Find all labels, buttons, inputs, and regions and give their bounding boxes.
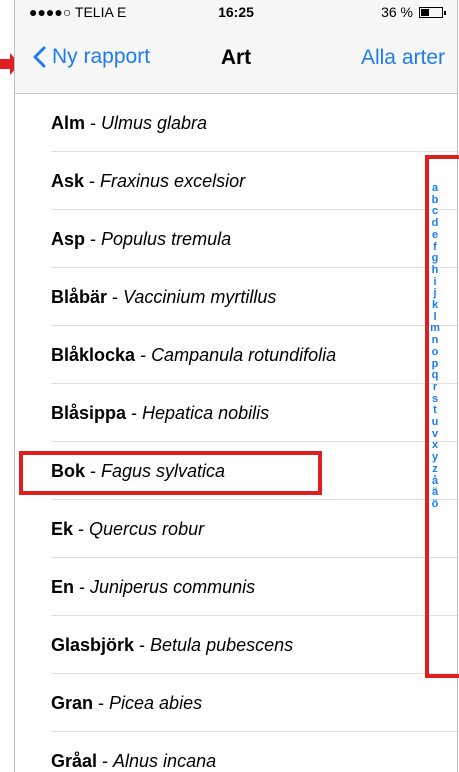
phone-screen: ●●●●○ TELIA E 16:25 36 % Ny rapport Art …	[14, 0, 458, 772]
species-latin-name: Campanula rotundifolia	[151, 344, 337, 365]
species-latin-name: Ulmus glabra	[101, 112, 208, 133]
separator-dash: -	[135, 344, 152, 365]
species-latin-name: Alnus incana	[113, 750, 217, 771]
separator-dash: -	[97, 750, 114, 771]
list-item[interactable]: Blåbär - Vaccinium myrtillus	[15, 268, 457, 326]
species-common-name: Blåklocka	[51, 344, 136, 365]
list-item[interactable]: Blåsippa - Hepatica nobilis	[15, 384, 457, 442]
list-item[interactable]: Gråal - Alnus incana	[15, 732, 457, 772]
navigation-bar: Ny rapport Art Alla arter	[15, 24, 457, 94]
list-item[interactable]: Blåklocka - Campanula rotundifolia	[15, 326, 457, 384]
species-common-name: Asp	[51, 228, 86, 249]
species-latin-name: Vaccinium myrtillus	[123, 286, 277, 307]
list-item[interactable]: Glasbjörk - Betula pubescens	[15, 616, 457, 674]
species-list: Alm - Ulmus glabra Ask - Fraxinus excelsi…	[15, 94, 457, 772]
species-common-name: Ek	[51, 518, 74, 539]
species-common-name: Alm	[51, 112, 86, 133]
battery-icon	[419, 6, 446, 18]
status-bar: ●●●●○ TELIA E 16:25 36 %	[15, 0, 457, 24]
species-latin-name: Quercus robur	[89, 518, 205, 539]
highlight-box-index	[425, 155, 459, 678]
separator-dash: -	[84, 170, 101, 191]
list-item[interactable]: Ask - Fraxinus excelsior	[15, 152, 457, 210]
battery-percent: 36 %	[381, 4, 413, 20]
list-item[interactable]: Alm - Ulmus glabra	[15, 94, 457, 152]
separator-dash: -	[85, 112, 102, 133]
all-species-button[interactable]: Alla arter	[361, 46, 445, 70]
list-item[interactable]: En - Juniperus communis	[15, 558, 457, 616]
list-item[interactable]: Asp - Populus tremula	[15, 210, 457, 268]
separator-dash: -	[73, 518, 90, 539]
species-common-name: Blåsippa	[51, 402, 127, 423]
highlight-box-row	[19, 451, 322, 495]
separator-dash: -	[126, 402, 143, 423]
species-latin-name: Betula pubescens	[150, 634, 294, 655]
species-common-name: Glasbjörk	[51, 634, 135, 655]
species-common-name: En	[51, 576, 75, 597]
species-latin-name: Picea abies	[109, 692, 203, 713]
species-common-name: Blåbär	[51, 286, 108, 307]
battery-indicator: 36 %	[381, 4, 446, 20]
separator-dash: -	[85, 228, 102, 249]
list-item[interactable]: Ek - Quercus robur	[15, 500, 457, 558]
separator-dash: -	[74, 576, 91, 597]
list-item[interactable]: Gran - Picea abies	[15, 674, 457, 732]
species-common-name: Gråal	[51, 750, 98, 771]
species-latin-name: Hepatica nobilis	[142, 402, 270, 423]
species-common-name: Gran	[51, 692, 94, 713]
separator-dash: -	[134, 634, 151, 655]
separator-dash: -	[93, 692, 110, 713]
species-latin-name: Juniperus communis	[90, 576, 256, 597]
species-latin-name: Fraxinus excelsior	[100, 170, 246, 191]
species-common-name: Ask	[51, 170, 85, 191]
separator-dash: -	[107, 286, 124, 307]
species-latin-name: Populus tremula	[101, 228, 232, 249]
